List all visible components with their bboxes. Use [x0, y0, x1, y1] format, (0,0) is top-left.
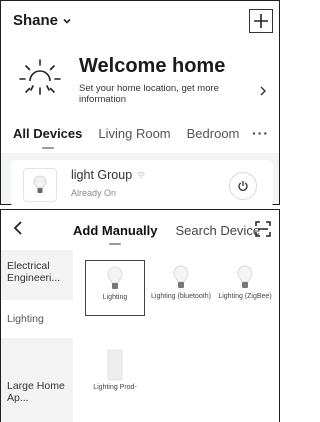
device-status: Already On — [71, 188, 117, 198]
tab-living-room[interactable]: Living Room — [98, 126, 170, 141]
light-bulb-icon — [173, 265, 189, 288]
home-name: Shane — [13, 12, 59, 29]
tab-indicator — [109, 243, 122, 245]
product-label: Lighting (ZigBee) — [218, 293, 272, 300]
category-lighting[interactable]: Lighting — [1, 300, 73, 338]
tab-label: All Devices — [13, 125, 83, 141]
wifi-icon — [136, 172, 146, 178]
product-label: Lighting — [102, 294, 128, 301]
home-screen: Shane Welcome home Set your home locatio… — [0, 0, 280, 208]
tab-label: Add Manually — [73, 223, 158, 238]
back-arrow-icon[interactable] — [11, 220, 25, 236]
chevron-right-icon — [260, 86, 266, 96]
welcome-title: Welcome home — [79, 55, 226, 77]
category-sidebar: Electrical Engineeri... Lighting Large H… — [1, 250, 73, 422]
welcome-banner[interactable]: Welcome home Set your home location, get… — [1, 41, 279, 113]
add-device-screen: Add Manually Search Device Electrical En… — [0, 209, 280, 422]
plus-icon — [254, 14, 268, 28]
device-card[interactable]: light Group Already On — [11, 160, 273, 208]
light-panel-icon — [107, 349, 123, 381]
tab-add-manually[interactable]: Add Manually — [73, 223, 158, 245]
tab-all-devices[interactable]: All Devices — [13, 125, 83, 149]
scan-icon[interactable] — [255, 221, 271, 237]
product-lighting-products[interactable]: Lighting Prod- — [85, 348, 145, 418]
welcome-subtitle: Set your home location, get more informa… — [79, 83, 219, 105]
home-switcher[interactable]: Shane — [13, 12, 72, 29]
product-lighting-zigbee[interactable]: Lighting (ZigBee) — [215, 260, 275, 316]
add-device-tabs: Add Manually Search Device — [73, 223, 261, 245]
tab-search-device[interactable]: Search Device — [176, 223, 261, 238]
device-name-row: light Group — [71, 168, 146, 182]
room-tabs: All Devices Living Room Bedroom — [1, 113, 279, 153]
sun-icon — [19, 59, 61, 95]
category-electrical-engineering[interactable]: Electrical Engineeri... — [1, 256, 73, 296]
product-lighting[interactable]: Lighting — [85, 260, 145, 316]
home-header: Shane — [1, 1, 279, 41]
category-large-home-appliances[interactable]: Large Home Ap... — [1, 376, 73, 412]
device-name: light Group — [71, 168, 133, 182]
power-icon — [238, 181, 248, 191]
product-lighting-bluetooth[interactable]: Lighting (bluetooth) — [151, 260, 211, 316]
product-label: Lighting Prod- — [93, 384, 137, 391]
product-label: Lighting (bluetooth) — [151, 293, 211, 300]
power-button[interactable] — [229, 172, 257, 200]
light-bulb-icon — [33, 175, 47, 193]
more-rooms-button[interactable]: ··· — [252, 125, 269, 141]
light-bulb-icon — [107, 266, 123, 289]
device-thumbnail — [23, 168, 57, 202]
chevron-down-icon — [63, 18, 71, 24]
light-bulb-icon — [237, 265, 253, 288]
tab-bedroom[interactable]: Bedroom — [187, 126, 240, 141]
add-device-button[interactable] — [249, 9, 273, 33]
tab-indicator — [41, 146, 54, 149]
